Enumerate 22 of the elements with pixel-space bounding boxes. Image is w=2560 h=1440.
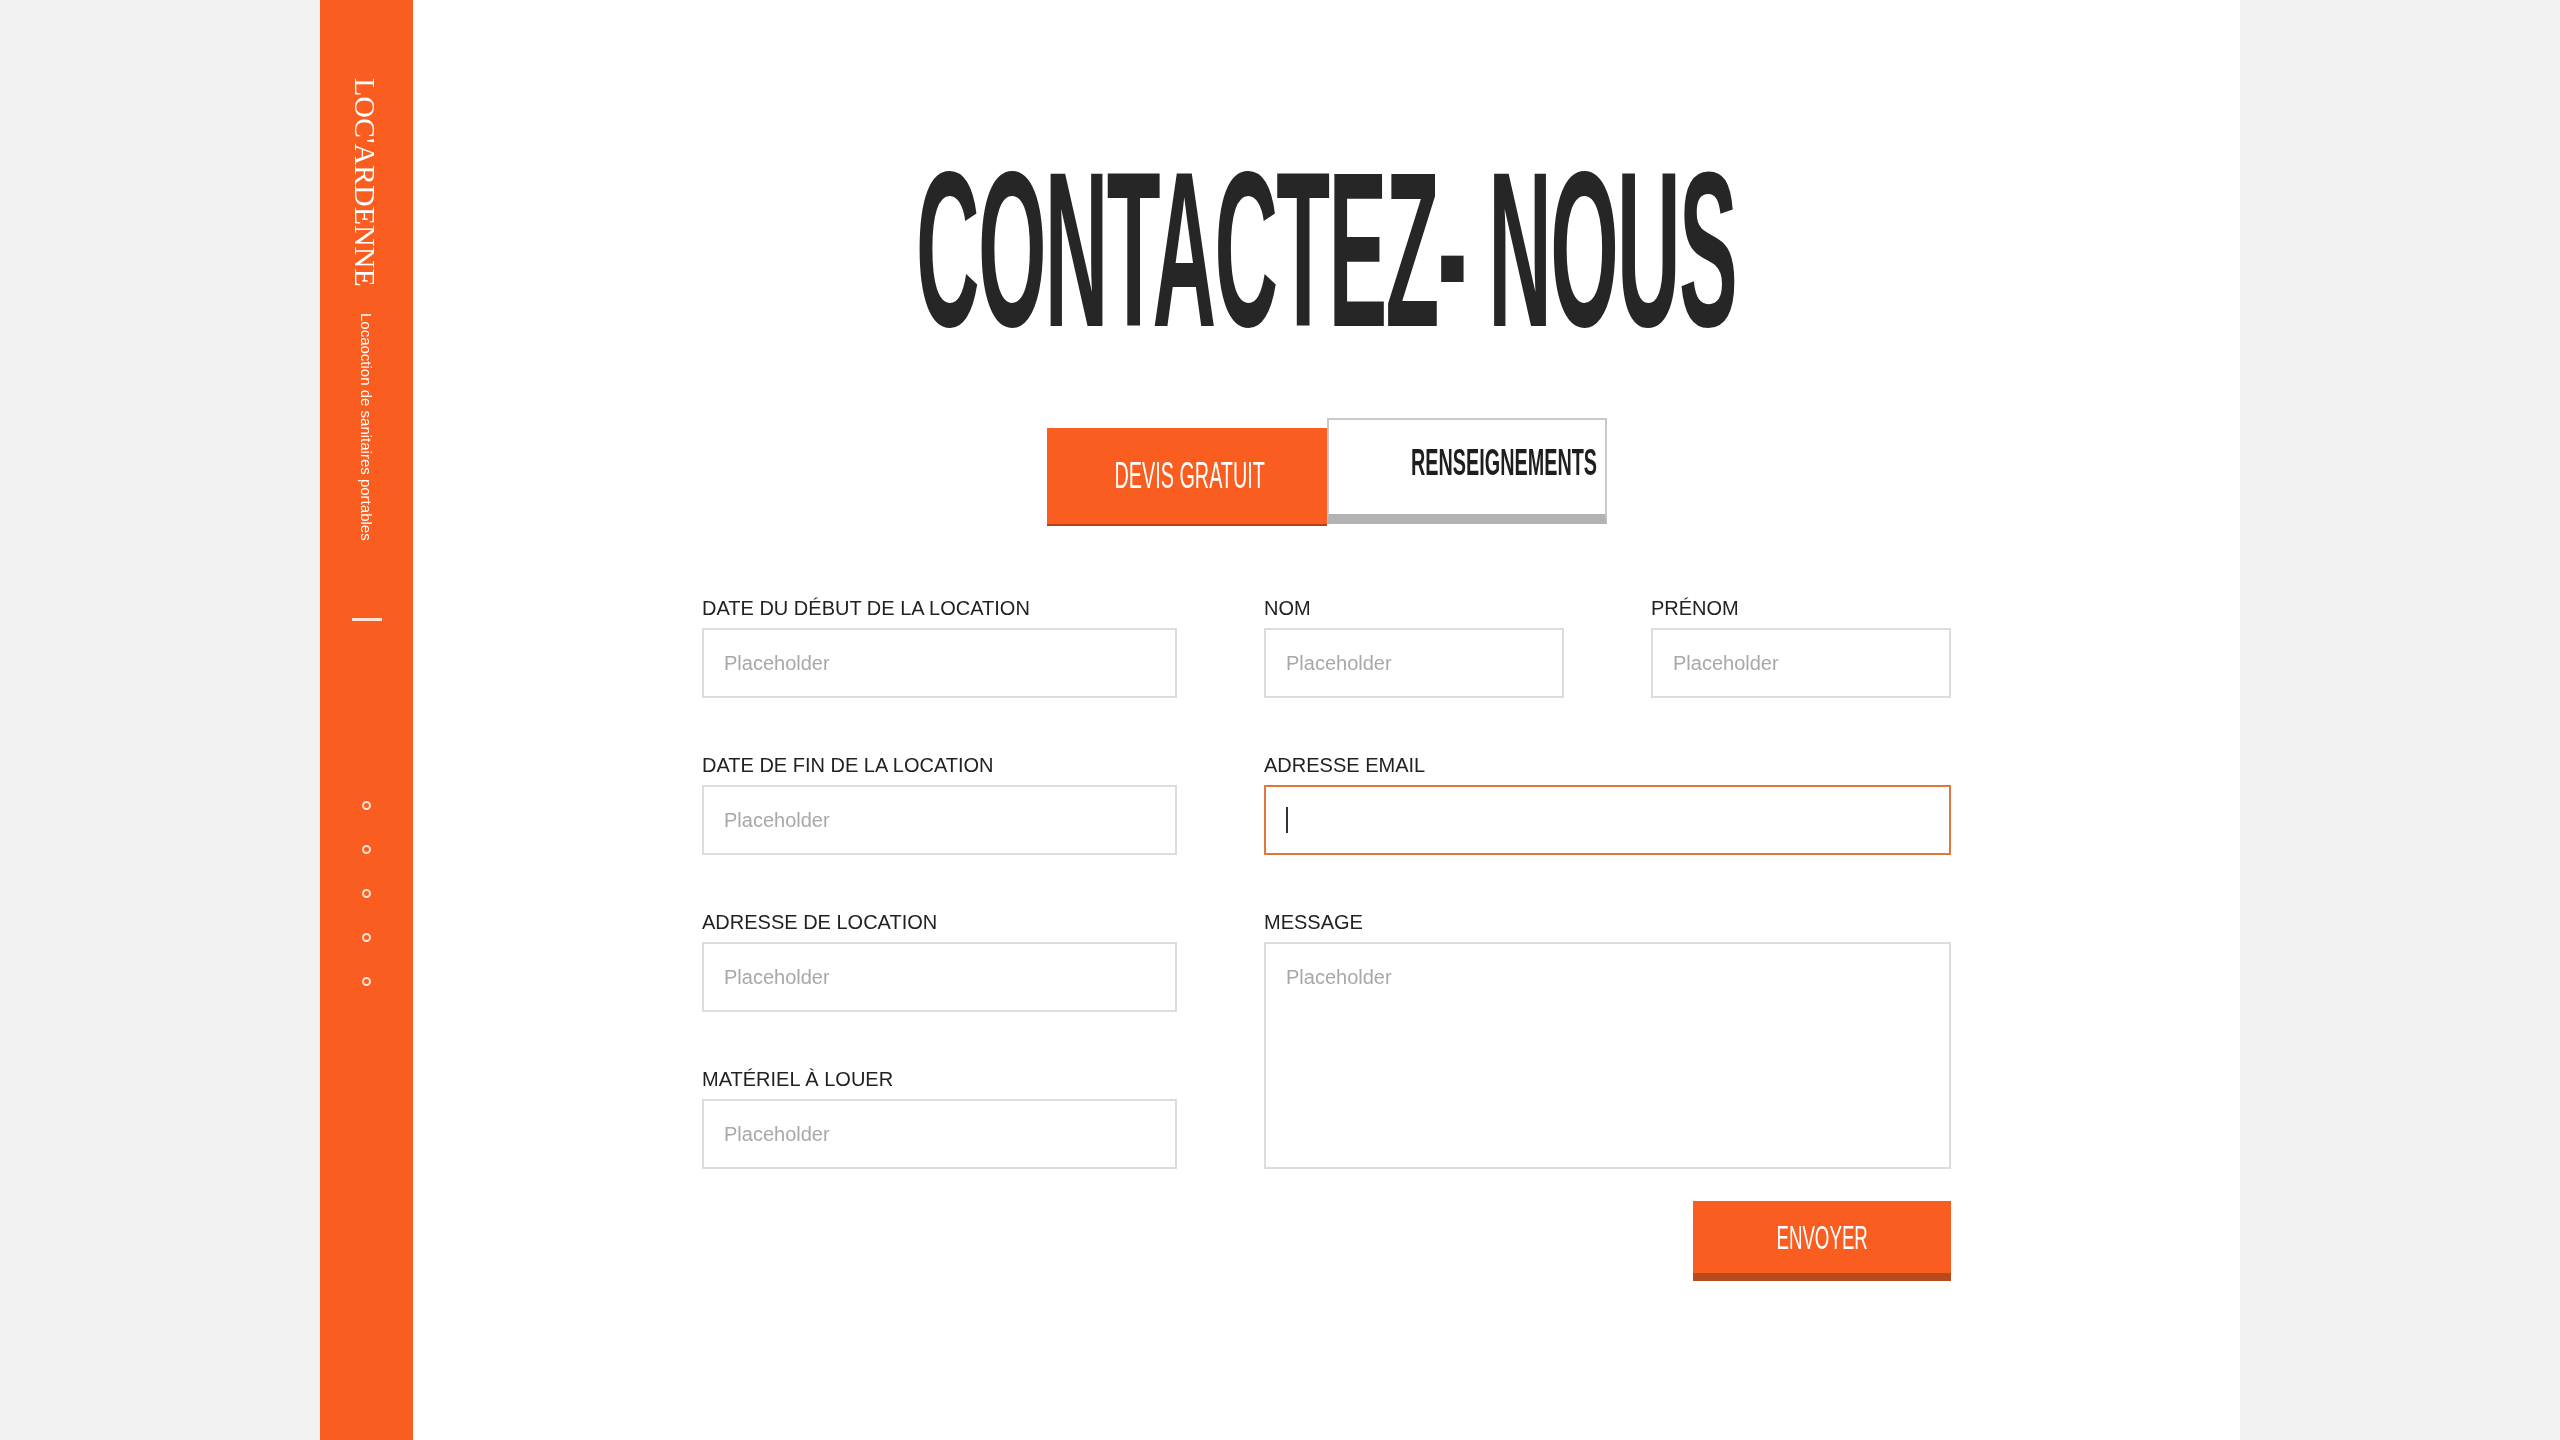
- tagline: Locaoction de sanitaires portables: [359, 312, 374, 541]
- logo[interactable]: LOC'ARDENNE: [349, 78, 380, 287]
- input-field[interactable]: [1264, 785, 1951, 855]
- field-label: DATE DE FIN DE LA LOCATION: [702, 753, 995, 777]
- nav-dot[interactable]: [362, 801, 371, 811]
- field-label: DATE DU DÉBUT DE LA LOCATION: [702, 596, 1031, 620]
- tab[interactable]: RENSEIGNEMENTS: [1326, 418, 1607, 524]
- tab[interactable]: DEVIS GRATUIT: [1046, 428, 1327, 524]
- message-field[interactable]: Placeholder: [1264, 942, 1951, 1169]
- nav-dot[interactable]: [362, 845, 371, 855]
- field-label: NOM: [1264, 596, 1312, 620]
- field-label: PRÉNOM: [1651, 596, 1740, 620]
- nav-dot[interactable]: [362, 933, 371, 943]
- field-label: MATÉRIEL À LOUER: [702, 1067, 895, 1091]
- submit-button[interactable]: ENVOYER: [1693, 1201, 1951, 1281]
- field-label: MESSAGE: [1264, 910, 1364, 934]
- nav-dot[interactable]: [362, 977, 371, 987]
- nav-dot[interactable]: [362, 889, 371, 899]
- field-label: ADRESSE EMAIL: [1264, 753, 1427, 777]
- page-title: CONTACTEZ- NOUS: [916, 150, 1737, 350]
- field-label: ADRESSE DE LOCATION: [702, 910, 939, 934]
- dash-icon[interactable]: [351, 618, 382, 622]
